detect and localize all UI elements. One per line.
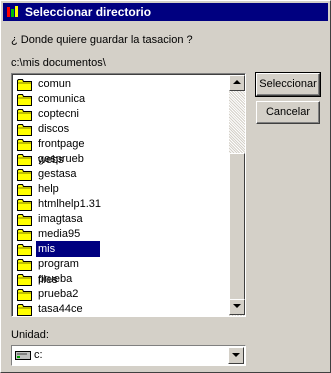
folder-icon [17,154,32,166]
scroll-thumb[interactable] [229,153,245,301]
folder-listbox[interactable]: comun comunica coptecni discos frontpage web… [11,73,246,317]
folder-icon [17,199,32,211]
drive-value: c: [34,349,43,361]
folder-icon [17,79,32,91]
folder-label: prueba2 [38,288,79,300]
scroll-down-button[interactable] [229,299,245,315]
dialog-window: Seleccionar directorio ¿ Donde quiere gu… [0,0,331,373]
folder-label: media95 [38,228,81,240]
folder-icon [17,214,32,226]
arrow-up-icon [233,80,241,84]
folder-label: help [38,183,59,195]
folder-icon [17,124,32,136]
folder-icon [17,94,32,106]
folder-icon [17,139,32,151]
app-logo-icon [6,5,20,19]
title-bar[interactable]: Seleccionar directorio [3,3,328,21]
folder-icon [17,109,32,121]
select-button[interactable]: Seleccionar [255,72,321,97]
dropdown-button[interactable] [228,347,244,364]
folder-label: program files [38,258,79,286]
drive-select[interactable]: c: [11,345,246,366]
scroll-up-button[interactable] [229,75,245,91]
folder-icon [17,289,32,301]
folder-label: comun [38,78,72,90]
folder-icon [17,304,32,316]
folder-icon [17,274,32,286]
folder-label: prueba [38,273,73,285]
arrow-down-icon [233,304,241,308]
folder-label: discos [38,123,70,135]
folder-label: coptecni [38,108,79,120]
folder-label: imagtasa [38,213,83,225]
folder-label: gesprueb [38,153,84,165]
prompt-text: ¿ Donde quiere guardar la tasacion ? [11,34,193,46]
folder-label: comunica [38,93,86,105]
folder-label: tasa44ce [38,303,83,315]
current-path: c:\mis documentos\ [11,57,106,69]
chevron-down-icon [232,353,240,357]
folder-label: frontpage webs [38,138,85,166]
folder-icon [17,229,32,241]
folder-label: gestasa [38,168,77,180]
folder-icon [17,169,32,181]
folder-label: mis documentos [36,241,100,271]
window-title: Seleccionar directorio [25,5,152,19]
folder-icon [17,259,32,271]
cancel-button[interactable]: Cancelar [256,101,320,124]
folder-icon [17,244,32,256]
drive-icon [15,351,31,360]
drive-label: Unidad: [11,329,49,341]
folder-label: htmlhelp1.31 [38,198,101,210]
vertical-scrollbar[interactable] [229,75,245,316]
folder-icon [17,184,32,196]
